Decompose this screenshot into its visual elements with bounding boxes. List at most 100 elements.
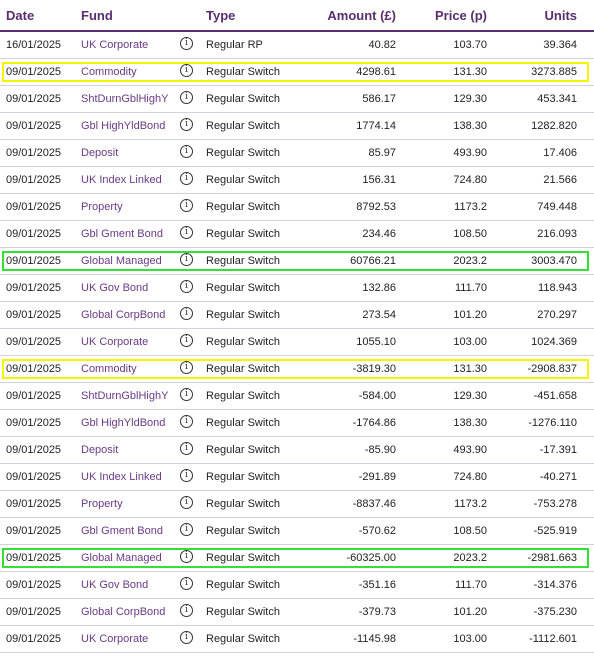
- type-cell: Regular Switch: [206, 606, 280, 618]
- info-icon[interactable]: i: [180, 604, 193, 617]
- fund-link[interactable]: UK Gov Bond: [81, 579, 148, 591]
- info-icon[interactable]: i: [180, 442, 193, 455]
- table-row: 09/01/2025 UK Gov Bond Regular Switch -351.…: [0, 572, 594, 599]
- amount-cell: 60766.21: [350, 255, 396, 267]
- table-row: 09/01/2025 Commodity Regular Switch -3819.3…: [0, 356, 594, 383]
- info-icon[interactable]: i: [180, 415, 193, 428]
- table-row: 09/01/2025 Property Regular Switch 8792.53 1…: [0, 194, 594, 221]
- info-icon[interactable]: i: [180, 37, 193, 50]
- info-icon[interactable]: i: [180, 64, 193, 77]
- amount-cell: 132.86: [362, 282, 396, 294]
- fund-link[interactable]: Gbl HighYldBond: [81, 120, 165, 132]
- type-cell: Regular Switch: [206, 525, 280, 537]
- transactions-table: Date Fund Type Amount (£) Price (p) Unit…: [0, 0, 594, 653]
- table-row: 09/01/2025 Gbl Gment Bond Regular Switch -5…: [0, 518, 594, 545]
- info-icon[interactable]: i: [180, 469, 193, 482]
- info-icon[interactable]: i: [180, 199, 193, 212]
- info-icon[interactable]: i: [180, 577, 193, 590]
- units-cell: -314.376: [533, 579, 577, 591]
- fund-link[interactable]: Global Managed: [81, 255, 162, 267]
- fund-link[interactable]: Global CorpBond: [81, 309, 165, 321]
- price-cell: 138.30: [453, 417, 487, 429]
- fund-link[interactable]: UK Corporate: [81, 39, 148, 51]
- fund-link[interactable]: Global CorpBond: [81, 606, 165, 618]
- table-row: 09/01/2025 Deposit Regular Switch -85.90 493…: [0, 437, 594, 464]
- units-cell: 1282.820: [531, 120, 577, 132]
- fund-link[interactable]: Gbl Gment Bond: [81, 525, 163, 537]
- fund-link[interactable]: ShtDurnGblHighY: [81, 93, 168, 105]
- amount-cell: -85.90: [364, 444, 396, 456]
- info-icon[interactable]: i: [180, 307, 193, 320]
- info-icon[interactable]: i: [180, 631, 193, 644]
- table-row: 09/01/2025 ShtDurnGblHighY Regular Switch 5…: [0, 86, 594, 113]
- header-fund[interactable]: Fund: [81, 8, 113, 23]
- fund-link[interactable]: Deposit: [81, 147, 118, 159]
- price-cell: 1173.2: [454, 201, 487, 213]
- header-type[interactable]: Type: [206, 8, 235, 23]
- units-cell: -17.391: [539, 444, 577, 456]
- fund-link[interactable]: Property: [81, 201, 123, 213]
- date-cell: 09/01/2025: [6, 552, 62, 564]
- type-cell: Regular Switch: [206, 282, 280, 294]
- table-row: 09/01/2025 Global Managed Regular Switch -6…: [0, 545, 594, 572]
- info-icon[interactable]: i: [180, 280, 193, 293]
- price-cell: 2023.2: [453, 552, 487, 564]
- type-cell: Regular Switch: [206, 633, 280, 645]
- price-cell: 103.00: [453, 633, 487, 645]
- date-cell: 09/01/2025: [6, 255, 62, 267]
- price-cell: 108.50: [453, 525, 487, 537]
- info-icon[interactable]: i: [180, 91, 193, 104]
- fund-link[interactable]: UK Corporate: [81, 336, 148, 348]
- info-icon[interactable]: i: [180, 334, 193, 347]
- units-cell: -1276.110: [528, 417, 577, 429]
- fund-link[interactable]: Property: [81, 498, 123, 510]
- fund-link[interactable]: Global Managed: [81, 552, 162, 564]
- fund-link[interactable]: UK Index Linked: [81, 174, 162, 186]
- fund-link[interactable]: Commodity: [81, 363, 137, 375]
- price-cell: 2023.2: [453, 255, 487, 267]
- amount-cell: 586.17: [362, 93, 396, 105]
- fund-link[interactable]: UK Gov Bond: [81, 282, 148, 294]
- price-cell: 131.30: [453, 66, 487, 78]
- header-units[interactable]: Units: [545, 8, 578, 23]
- date-cell: 09/01/2025: [6, 93, 62, 105]
- amount-cell: 40.82: [368, 39, 396, 51]
- price-cell: 493.90: [453, 444, 487, 456]
- type-cell: Regular Switch: [206, 471, 280, 483]
- header-date[interactable]: Date: [6, 8, 34, 23]
- info-icon[interactable]: i: [180, 253, 193, 266]
- price-cell: 103.70: [453, 39, 487, 51]
- table-row: 09/01/2025 Gbl HighYldBond Regular Switch -…: [0, 410, 594, 437]
- fund-link[interactable]: Gbl HighYldBond: [81, 417, 165, 429]
- type-cell: Regular Switch: [206, 390, 280, 402]
- info-icon[interactable]: i: [180, 361, 193, 374]
- fund-link[interactable]: UK Index Linked: [81, 471, 162, 483]
- fund-link[interactable]: Deposit: [81, 444, 118, 456]
- fund-link[interactable]: UK Corporate: [81, 633, 148, 645]
- header-price[interactable]: Price (p): [435, 8, 487, 23]
- units-cell: -525.919: [533, 525, 577, 537]
- info-icon[interactable]: i: [180, 496, 193, 509]
- price-cell: 108.50: [453, 228, 487, 240]
- amount-cell: 1055.10: [356, 336, 396, 348]
- info-icon[interactable]: i: [180, 172, 193, 185]
- info-icon[interactable]: i: [180, 118, 193, 131]
- fund-link[interactable]: ShtDurnGblHighY: [81, 390, 168, 402]
- header-amount[interactable]: Amount (£): [327, 8, 396, 23]
- amount-cell: -1145.98: [353, 633, 396, 645]
- type-cell: Regular Switch: [206, 444, 280, 456]
- units-cell: 21.566: [543, 174, 577, 186]
- info-icon[interactable]: i: [180, 523, 193, 536]
- info-icon[interactable]: i: [180, 226, 193, 239]
- fund-link[interactable]: Commodity: [81, 66, 137, 78]
- units-cell: 118.943: [538, 282, 577, 294]
- info-icon[interactable]: i: [180, 550, 193, 563]
- price-cell: 138.30: [453, 120, 487, 132]
- units-cell: -375.230: [533, 606, 577, 618]
- amount-cell: 8792.53: [356, 201, 396, 213]
- fund-link[interactable]: Gbl Gment Bond: [81, 228, 163, 240]
- table-row: 09/01/2025 ShtDurnGblHighY Regular Switch -…: [0, 383, 594, 410]
- info-icon[interactable]: i: [180, 145, 193, 158]
- info-icon[interactable]: i: [180, 388, 193, 401]
- type-cell: Regular Switch: [206, 336, 280, 348]
